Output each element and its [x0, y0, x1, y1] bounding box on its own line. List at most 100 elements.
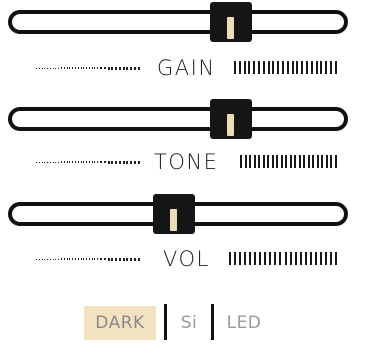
tick-mark: [80, 161, 82, 163]
tick-mark: [118, 66, 121, 70]
tick-mark: [86, 161, 88, 163]
tick-mark: [126, 257, 129, 261]
tick-mark: [303, 155, 306, 168]
gain-slider-track[interactable]: [8, 10, 348, 34]
tick-mark: [97, 258, 99, 260]
vol-slider[interactable]: [0, 194, 366, 234]
tick-mark: [69, 161, 71, 163]
tick-mark: [122, 257, 125, 261]
tick-mark: [49, 258, 51, 260]
tone-left-tick-scale: [36, 160, 140, 164]
tick-mark: [38, 161, 40, 163]
tick-mark: [320, 61, 323, 74]
tick-mark: [329, 252, 332, 265]
gain-slider-knob[interactable]: [210, 2, 252, 42]
mode-dark-button[interactable]: DARK: [84, 306, 156, 340]
tick-mark: [91, 67, 93, 69]
tick-mark: [72, 67, 74, 69]
tick-mark: [305, 61, 308, 74]
tone-slider-track[interactable]: [8, 107, 348, 131]
tick-mark: [44, 67, 46, 69]
tick-mark: [66, 161, 68, 163]
gain-left-tick-scale: [36, 66, 140, 70]
tick-mark: [289, 155, 292, 168]
tick-mark: [279, 252, 282, 265]
vol-label-row: VOL: [0, 247, 366, 271]
tick-mark: [66, 67, 68, 69]
tick-mark: [72, 161, 74, 163]
tick-mark: [298, 155, 301, 168]
tick-mark: [130, 66, 133, 70]
tick-mark: [286, 61, 289, 74]
tick-mark: [316, 155, 319, 168]
tick-mark: [103, 258, 106, 260]
vol-slider-knob[interactable]: [153, 194, 195, 234]
tick-mark: [99, 161, 102, 163]
tick-mark: [61, 67, 63, 69]
tick-mark: [77, 67, 79, 69]
tick-mark: [304, 252, 307, 265]
tick-mark: [72, 258, 74, 260]
tick-mark: [264, 252, 267, 265]
tick-mark: [229, 252, 231, 265]
tick-mark: [58, 258, 60, 260]
tick-mark: [269, 252, 272, 265]
tick-mark: [267, 61, 270, 74]
tick-mark: [137, 257, 140, 261]
tick-mark: [310, 61, 313, 74]
tick-mark: [83, 258, 85, 260]
tick-mark: [91, 258, 93, 260]
tick-mark: [115, 257, 118, 261]
tick-mark: [299, 252, 302, 265]
mode-separator: [211, 304, 214, 340]
tick-mark: [74, 258, 76, 260]
tone-slider[interactable]: [0, 99, 366, 139]
tick-mark: [63, 161, 65, 163]
tick-mark: [52, 67, 54, 69]
tick-mark: [334, 155, 337, 168]
tick-mark: [111, 160, 114, 164]
tick-mark: [254, 252, 257, 265]
tick-mark: [122, 66, 125, 70]
tick-mark: [74, 67, 76, 69]
tick-mark: [41, 258, 43, 260]
tick-mark: [49, 161, 51, 163]
tick-mark: [276, 155, 279, 168]
tick-mark: [239, 252, 242, 265]
tick-mark: [38, 258, 40, 260]
tick-mark: [319, 252, 322, 265]
tick-mark: [80, 67, 82, 69]
tick-mark: [262, 61, 265, 74]
tick-mark: [83, 161, 85, 163]
vol-knob-indicator: [170, 209, 177, 231]
tick-mark: [107, 66, 110, 70]
gain-slider[interactable]: [0, 2, 366, 42]
tick-mark: [321, 155, 324, 168]
mode-led-button[interactable]: LED: [220, 306, 268, 340]
tick-mark: [63, 258, 65, 260]
tick-mark: [36, 67, 37, 69]
tick-mark: [77, 258, 79, 260]
tick-mark: [77, 161, 79, 163]
tick-mark: [94, 67, 96, 69]
tick-mark: [55, 67, 57, 69]
tick-mark: [262, 155, 265, 168]
tick-mark: [99, 67, 102, 69]
tick-mark: [55, 161, 57, 163]
tick-mark: [243, 61, 246, 74]
tick-mark: [289, 252, 292, 265]
tick-mark: [74, 161, 76, 163]
tick-mark: [277, 61, 280, 74]
tick-mark: [330, 155, 333, 168]
tick-mark: [280, 155, 283, 168]
tick-mark: [312, 155, 315, 168]
tick-mark: [253, 155, 256, 168]
mode-si-button[interactable]: Si: [172, 306, 206, 340]
tick-mark: [69, 67, 71, 69]
tone-slider-knob[interactable]: [210, 99, 252, 139]
tick-mark: [244, 155, 247, 168]
tick-mark: [80, 258, 82, 260]
tick-mark: [137, 66, 140, 70]
tick-mark: [86, 258, 88, 260]
tick-mark: [294, 252, 297, 265]
